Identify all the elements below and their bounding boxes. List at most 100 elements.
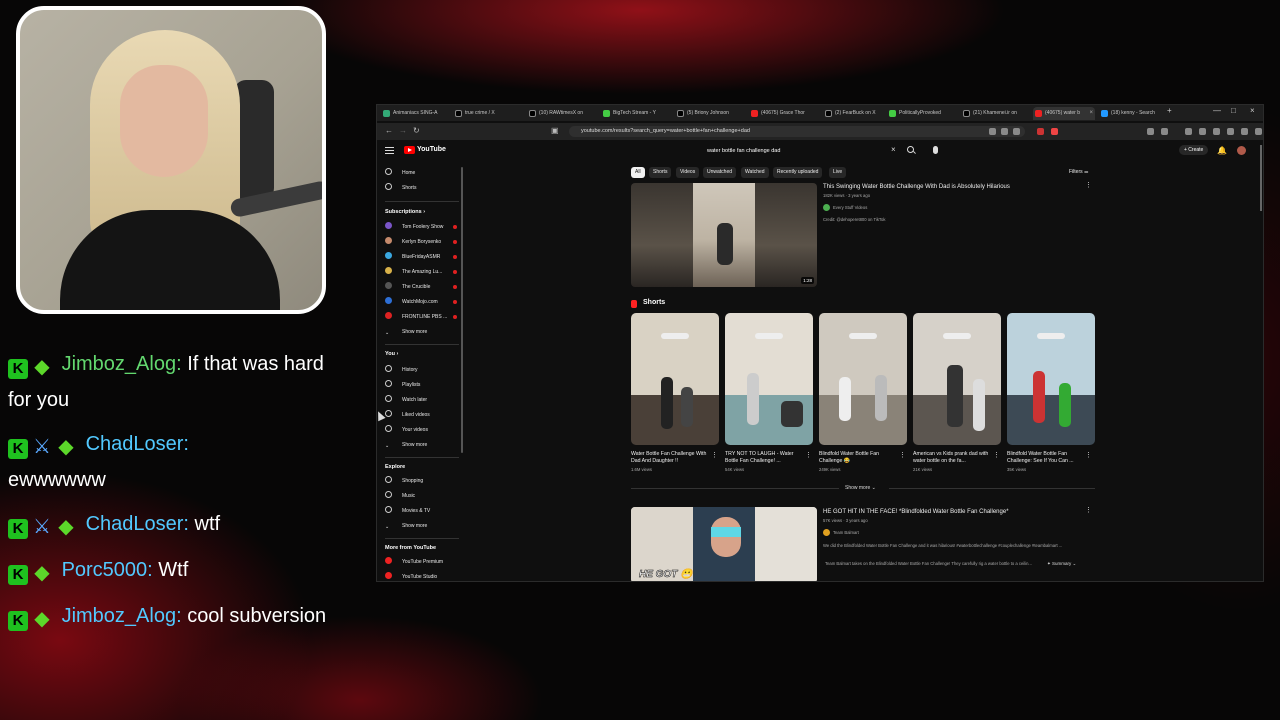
sidebar-item-your-videos[interactable]: Your videos — [385, 424, 428, 436]
extension-icon[interactable] — [989, 128, 996, 135]
sidebar-item-music[interactable]: Music — [385, 490, 415, 502]
sidebar-item-youtube-studio[interactable]: YouTube Studio — [385, 571, 437, 581]
explore-show-more[interactable]: ⌄ Show more — [385, 520, 427, 532]
more-options-icon[interactable]: ⋮ — [993, 451, 1000, 459]
sidebar-item-youtube-premium[interactable]: YouTube Premium — [385, 556, 443, 568]
more-options-icon[interactable]: ⋮ — [711, 451, 718, 459]
extension-icon[interactable] — [1241, 128, 1248, 135]
notifications-bell-icon[interactable]: 🔔 — [1217, 146, 1227, 155]
maximize-icon[interactable]: □ — [1231, 106, 1236, 115]
sidebar-item-subscription[interactable]: BlueFridayASMR — [385, 251, 457, 263]
short-title[interactable]: Blindfold Water Bottle Fan Challenge 😂 — [819, 451, 901, 465]
menu-icon[interactable] — [385, 147, 394, 154]
sidebar-item-liked-videos[interactable]: Liked videos — [385, 409, 430, 421]
extension-icon[interactable] — [1051, 128, 1058, 135]
extension-icon[interactable] — [1037, 128, 1044, 135]
channel-name[interactable]: Every Stuff Videos — [833, 205, 867, 210]
channel-avatar[interactable] — [823, 204, 830, 211]
browser-tab-active[interactable]: (40675) water b × — [1033, 107, 1095, 120]
short-thumbnail[interactable] — [819, 313, 907, 445]
reload-icon[interactable]: ↻ — [413, 126, 420, 135]
page-scrollbar[interactable] — [1260, 145, 1262, 211]
browser-tab[interactable]: Animaniacs SING-A — [381, 107, 449, 120]
extension-icon[interactable] — [1147, 128, 1154, 135]
browser-tab[interactable]: PoliticallyProvoked — [887, 107, 957, 120]
sidebar-item-subscription[interactable]: The Amazing Lu... — [385, 266, 457, 278]
youtube-logo-text[interactable]: YouTube — [417, 146, 446, 153]
back-icon[interactable]: ← — [385, 126, 393, 135]
chip-live[interactable]: Live — [829, 167, 847, 178]
sidebar-item-shopping[interactable]: Shopping — [385, 475, 423, 487]
video-thumbnail[interactable]: 1:28 — [631, 183, 817, 287]
url-field[interactable]: youtube.com/results?search_query=water+b… — [569, 126, 1025, 137]
more-options-icon[interactable]: ⋮ — [1085, 451, 1092, 459]
sidebar-scrollbar[interactable] — [461, 167, 463, 453]
chip-videos[interactable]: Videos — [676, 167, 700, 178]
bookmark-icon[interactable]: ▣ — [551, 126, 559, 135]
new-tab-icon[interactable]: + — [1167, 106, 1172, 115]
minimize-icon[interactable]: — — [1213, 106, 1221, 115]
browser-tab[interactable]: BigTech Stream - Y — [601, 107, 671, 120]
extension-icon[interactable] — [1227, 128, 1234, 135]
sidebar-item-home[interactable]: Home — [385, 167, 415, 179]
sidebar-item-subscription[interactable]: The Crucible — [385, 281, 457, 293]
extension-icon[interactable] — [1161, 128, 1168, 135]
short-thumbnail[interactable] — [631, 313, 719, 445]
summary-button[interactable]: ✦ Summary ⌄ — [1047, 561, 1076, 567]
shorts-show-more-button[interactable]: Show more ⌄ — [845, 485, 876, 491]
browser-tab[interactable]: (2) FearBuck on X — [823, 107, 883, 120]
short-thumbnail[interactable] — [913, 313, 1001, 445]
sidebar-item-subscription[interactable]: Tom Foolery Show — [385, 221, 457, 233]
subscriptions-show-more[interactable]: ⌄ Show more — [385, 326, 427, 338]
short-title[interactable]: Water Bottle Fan Challenge With Dad And … — [631, 451, 713, 465]
chip-unwatched[interactable]: Unwatched — [703, 167, 737, 178]
short-thumbnail[interactable] — [725, 313, 813, 445]
browser-menu-icon[interactable] — [1255, 128, 1262, 135]
video-title[interactable]: HE GOT HIT IN THE FACE! *Blindfolded Wat… — [823, 509, 1009, 515]
sidebar-item-subscription[interactable]: Kerlyn Borysenko — [385, 236, 457, 248]
browser-tab[interactable]: (5) Briony Johnson — [675, 107, 745, 120]
video-title[interactable]: This Swinging Water Bottle Challenge Wit… — [823, 184, 1010, 190]
browser-tab[interactable]: (18) kenny - Search — [1099, 107, 1165, 120]
more-options-icon[interactable]: ⋮ — [899, 451, 906, 459]
more-options-icon[interactable]: ⋮ — [805, 451, 812, 459]
channel-avatar[interactable] — [823, 529, 830, 536]
chip-watched[interactable]: Watched — [741, 167, 769, 178]
short-title[interactable]: Blindfold Water Bottle Fan Challenge: Se… — [1007, 451, 1089, 465]
sidebar-item-history[interactable]: History — [385, 364, 418, 376]
sidebar-item-watch-later[interactable]: Watch later — [385, 394, 427, 406]
clear-search-icon[interactable]: × — [891, 145, 896, 154]
sidebar-item-movies[interactable]: Movies & TV — [385, 505, 430, 517]
create-button[interactable]: + Create — [1179, 145, 1209, 155]
youtube-logo-icon[interactable] — [404, 146, 415, 154]
chip-all[interactable]: All — [631, 167, 645, 178]
sidebar-item-shorts[interactable]: Shorts — [385, 182, 416, 194]
short-thumbnail[interactable] — [1007, 313, 1095, 445]
you-heading[interactable]: You › — [385, 351, 398, 357]
short-title[interactable]: TRY NOT TO LAUGH - Water Bottle Fan Chal… — [725, 451, 807, 465]
sidebar-item-playlists[interactable]: Playlists — [385, 379, 420, 391]
video-thumbnail[interactable]: HE GOT 😬 — [631, 507, 817, 581]
short-title[interactable]: American vs Kids prank dad with water bo… — [913, 451, 995, 465]
browser-tab[interactable]: (10) RAWtimesX on — [527, 107, 597, 120]
search-icon[interactable] — [907, 146, 914, 153]
extension-icon[interactable] — [1001, 128, 1008, 135]
avatar[interactable] — [1237, 146, 1246, 155]
extension-icon[interactable] — [1185, 128, 1192, 135]
extension-icon[interactable] — [1013, 128, 1020, 135]
close-tab-icon[interactable]: × — [1089, 107, 1093, 120]
extension-icon[interactable] — [1199, 128, 1206, 135]
search-input[interactable]: water bottle fan challenge dad — [703, 146, 901, 157]
chip-shorts[interactable]: Shorts — [649, 167, 672, 178]
more-options-icon[interactable]: ⋮ — [1085, 181, 1092, 189]
channel-name[interactable]: Team Balmart — [833, 530, 859, 535]
close-window-icon[interactable]: × — [1250, 106, 1255, 115]
browser-tab[interactable]: (40675) Grace Thor — [749, 107, 819, 120]
sidebar-item-subscription[interactable]: WatchMojo.com — [385, 296, 457, 308]
filters-button[interactable]: Filters ⚌ — [1069, 167, 1089, 178]
extension-icon[interactable] — [1213, 128, 1220, 135]
more-options-icon[interactable]: ⋮ — [1085, 506, 1092, 514]
sidebar-item-subscription[interactable]: FRONTLINE PBS ... — [385, 311, 457, 323]
subscriptions-heading[interactable]: Subscriptions › — [385, 209, 425, 215]
browser-tab[interactable]: true crime / X — [453, 107, 523, 120]
